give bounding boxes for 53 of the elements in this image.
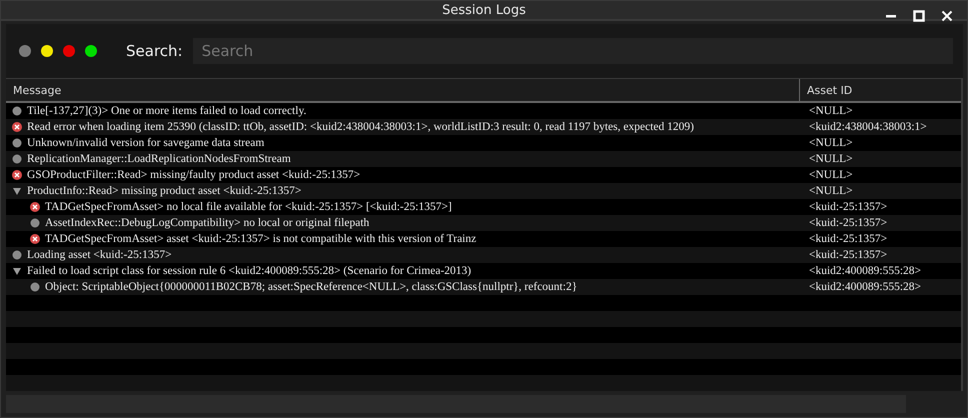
expanded-arrow-icon[interactable] [12,266,22,276]
message-text: Unknown/invalid version for savegame data stream [27,137,264,149]
message-text: Read error when loading item 25390 (classID: ttOb, assetID: <kuid2:438004:38003:1>, worldListID:3 result: 0, read 1197 bytes, expected 1209) [27,121,694,133]
message-text: TADGetSpecFromAsset> no local file available for <kuid:-25:1357> [<kuid:-25:1357>] [45,201,452,213]
filter-dot[interactable] [41,45,53,57]
asset-id-text: <NULL> [808,153,853,165]
log-row[interactable]: Read error when loading item 25390 (classID: ttOb, assetID: <kuid2:438004:38003:1>, worldListID:3 result: 0, read 1197 bytes, expected 1209) <kuid2:438004:38003:1> [6,119,961,135]
asset-id-text: <NULL> [808,137,853,149]
info-dot-icon [12,138,22,148]
message-text: ReplicationManager::LoadReplicationNodesFromStream [27,153,291,165]
message-text: GSOProductFilter::Read> missing/faulty product asset <kuid:-25:1357> [27,169,360,181]
info-dot-icon [30,282,40,292]
message-text: ProductInfo::Read> missing product asset <kuid:-25:1357> [27,185,302,197]
log-row[interactable]: ReplicationManager::LoadReplicationNodesFromStream <NULL> [6,151,961,167]
log-row[interactable]: Object: ScriptableObject{000000011B02CB78; asset:SpecReference<NULL>, class:GSClass{nullptr}, refcount:2} <kuid2:400089:555:28> [6,279,961,295]
asset-id-text: <NULL> [808,169,853,181]
asset-id-text: <kuid2:400089:555:28> [808,281,922,293]
close-icon[interactable] [941,10,953,22]
asset-id-text: <kuid:-25:1357> [808,249,888,261]
filter-dot[interactable] [63,45,75,57]
column-header[interactable]: Message [6,79,800,101]
asset-id-text: <NULL> [808,105,853,117]
filter-dot[interactable] [19,45,31,57]
info-dot-icon [12,106,22,116]
info-dot-icon [30,218,40,228]
window-title: Session Logs [442,2,526,18]
message-text: Object: ScriptableObject{000000011B02CB78; asset:SpecReference<NULL>, class:GSClass{nullptr}, refcount:2} [45,281,578,293]
column-header[interactable]: Asset ID [800,79,852,101]
message-text: Loading asset <kuid:-25:1357> [27,249,172,261]
log-row[interactable]: ProductInfo::Read> missing product asset <kuid:-25:1357> <NULL> [6,183,961,199]
error-icon [12,122,22,132]
info-dot-icon [12,154,22,164]
asset-id-text: <kuid2:400089:555:28> [808,265,922,277]
message-text: AssetIndexRec::DebugLogCompatibility> no local or original filepath [45,217,370,229]
info-dot-icon [12,250,22,260]
maximize-icon[interactable] [913,10,925,22]
asset-id-text: <kuid:-25:1357> [808,233,888,245]
message-text: TADGetSpecFromAsset> asset <kuid:-25:1357> is not compatible with this version of Trainz [45,233,476,245]
message-text: Tile[-137,27](3)> One or more items failed to load correctly. [27,105,306,117]
search-label: Search: [126,42,183,60]
message-text: Failed to load script class for session rule 6 <kuid2:400089:555:28> (Scenario for Crimea-2013) [27,265,472,277]
log-row[interactable]: Loading asset <kuid:-25:1357> <kuid:-25:1357> [6,247,961,263]
error-icon [30,234,40,244]
expanded-arrow-icon[interactable] [12,186,22,196]
log-row[interactable]: AssetIndexRec::DebugLogCompatibility> no local or original filepath <kuid:-25:1357> [6,215,961,231]
asset-id-text: <kuid2:438004:38003:1> [808,121,927,133]
search-field[interactable]: Search [192,38,953,64]
asset-id-text: <NULL> [808,185,853,197]
error-icon [12,170,22,180]
asset-id-text: <kuid:-25:1357> [808,201,888,213]
error-icon [30,202,40,212]
asset-id-text: <kuid:-25:1357> [808,217,888,229]
filter-dot[interactable] [85,45,97,57]
